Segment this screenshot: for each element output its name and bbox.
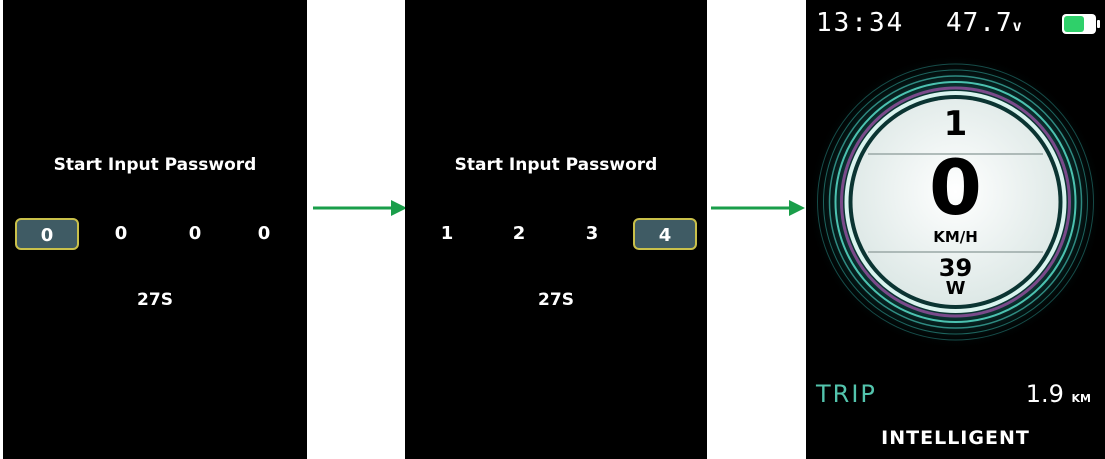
speed-value: 0 xyxy=(929,143,982,232)
voltage-value: 47.7 xyxy=(946,8,1013,38)
arrow-right-icon xyxy=(313,200,407,216)
password-digits: 0 0 0 0 xyxy=(3,218,307,252)
password-digits: 1 2 3 4 xyxy=(405,218,707,252)
password-prompt: Start Input Password xyxy=(454,155,658,175)
riding-mode: INTELLIGENT xyxy=(881,427,1030,449)
password-digit-1[interactable]: 0 xyxy=(15,218,79,250)
countdown-timer: 27S xyxy=(137,290,173,310)
trip-label: TRIP xyxy=(816,380,877,408)
password-digit-3[interactable]: 3 xyxy=(560,218,624,250)
battery-icon xyxy=(1062,14,1100,34)
trip-distance: 1.9 KM xyxy=(1026,380,1091,408)
password-digit-1[interactable]: 1 xyxy=(415,218,479,250)
password-prompt: Start Input Password xyxy=(53,155,257,175)
dashboard-screen: 13:34 47.7v 1 0 KM/H 39 W TRIP 1.9 KM IN… xyxy=(806,0,1105,459)
password-digit-4[interactable]: 4 xyxy=(633,218,697,250)
battery-voltage: 47.7v xyxy=(946,8,1023,38)
trip-value: 1.9 xyxy=(1025,380,1064,408)
power-value: 39 xyxy=(938,254,973,282)
clock: 13:34 xyxy=(816,8,905,38)
assist-level: 1 xyxy=(943,104,968,144)
password-screen-initial: Start Input Password 0 0 0 0 27S xyxy=(3,0,307,459)
trip-unit: KM xyxy=(1071,392,1091,405)
arrow-right-icon xyxy=(711,200,805,216)
speed-unit: KM/H xyxy=(933,228,978,246)
password-digit-2[interactable]: 0 xyxy=(89,218,153,250)
countdown-timer: 27S xyxy=(538,290,574,310)
password-digit-2[interactable]: 2 xyxy=(487,218,551,250)
password-digit-4[interactable]: 0 xyxy=(232,218,296,250)
password-screen-entered: Start Input Password 1 2 3 4 27S xyxy=(405,0,707,459)
voltage-unit: v xyxy=(1012,17,1023,35)
status-bar: 13:34 47.7v xyxy=(806,8,1105,40)
power-unit: W xyxy=(945,278,966,299)
password-digit-3[interactable]: 0 xyxy=(163,218,227,250)
